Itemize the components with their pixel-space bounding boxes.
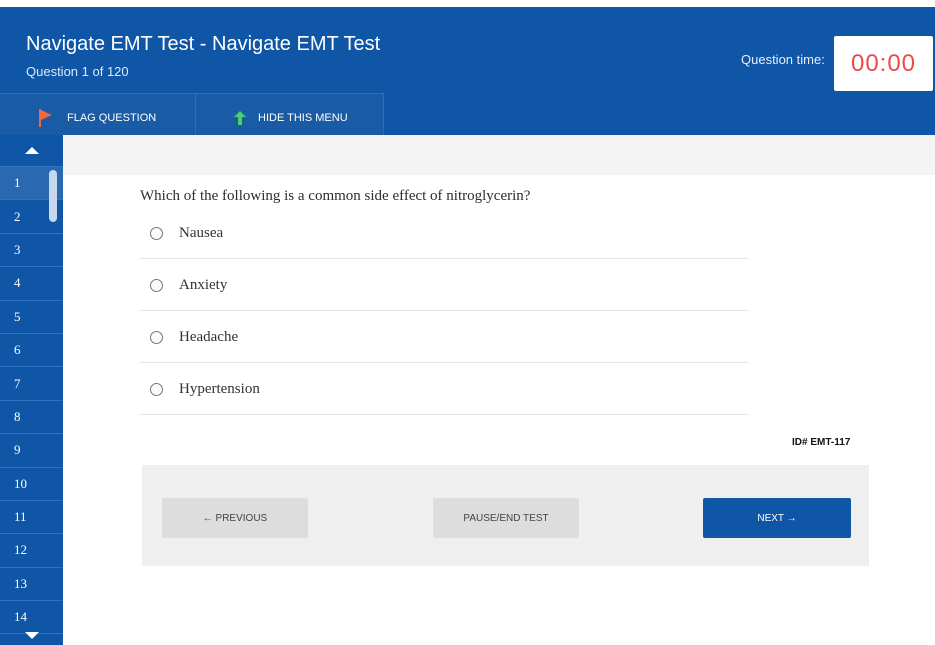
sidebar-question-4[interactable]: 4 xyxy=(0,267,63,301)
sidebar-question-12[interactable]: 12 xyxy=(0,534,63,568)
radio-icon[interactable] xyxy=(150,227,163,240)
question-number-list: 1 2 3 4 5 6 7 8 9 10 11 12 13 14 xyxy=(0,167,63,635)
question-id: ID# EMT-117 xyxy=(792,437,851,448)
radio-icon[interactable] xyxy=(150,331,163,344)
sidebar-question-11[interactable]: 11 xyxy=(0,501,63,535)
sidebar-question-3[interactable]: 3 xyxy=(0,234,63,268)
answer-option-nausea[interactable]: Nausea xyxy=(139,207,749,259)
top-white-strip xyxy=(0,0,935,7)
question-text: Which of the following is a common side … xyxy=(140,188,531,204)
sidebar-question-number: 13 xyxy=(14,575,27,591)
sidebar-scroll-down-button[interactable] xyxy=(0,626,63,645)
sidebar-scrollbar[interactable] xyxy=(49,170,57,222)
sidebar-question-number: 14 xyxy=(14,609,27,625)
sidebar-question-10[interactable]: 10 xyxy=(0,468,63,501)
question-timer: 00:00 xyxy=(834,36,933,91)
test-header: Navigate EMT Test - Navigate EMT Test Qu… xyxy=(0,7,935,142)
next-button[interactable]: NEXT → xyxy=(703,498,851,538)
sidebar-question-number: 6 xyxy=(14,342,21,358)
pause-end-test-button[interactable]: PAUSE/END TEST xyxy=(433,498,579,538)
answer-option-hypertension[interactable]: Hypertension xyxy=(139,363,749,415)
question-timer-value: 00:00 xyxy=(850,50,917,77)
sidebar-question-number: 9 xyxy=(14,442,21,458)
question-sidebar: 1 2 3 4 5 6 7 8 9 10 11 12 13 14 xyxy=(0,135,63,645)
sidebar-question-7[interactable]: 7 xyxy=(0,367,63,401)
sidebar-question-6[interactable]: 6 xyxy=(0,334,63,368)
hide-menu-label: HIDE THIS MENU xyxy=(258,112,348,124)
exam-app: Navigate EMT Test - Navigate EMT Test Qu… xyxy=(0,0,935,645)
flag-question-label: FLAG QUESTION xyxy=(67,112,157,124)
previous-button[interactable]: ← PREVIOUS xyxy=(162,498,308,538)
sidebar-question-number: 8 xyxy=(14,408,21,424)
answer-option-label: Headache xyxy=(179,329,239,345)
radio-icon[interactable] xyxy=(150,383,163,396)
sidebar-question-number: 10 xyxy=(14,475,27,491)
sidebar-question-number: 1 xyxy=(14,175,21,191)
scroll-up-icon xyxy=(24,147,39,154)
answer-options: Nausea Anxiety Headache Hypertension xyxy=(139,207,749,415)
sidebar-question-number: 4 xyxy=(14,275,21,291)
question-counter: Question 1 of 120 xyxy=(26,64,129,79)
content-top-band xyxy=(63,135,935,175)
up-arrow-icon xyxy=(234,111,246,125)
sidebar-question-number: 7 xyxy=(14,375,21,391)
answer-option-label: Nausea xyxy=(179,225,224,241)
radio-icon[interactable] xyxy=(150,279,163,292)
sidebar-question-13[interactable]: 13 xyxy=(0,568,63,602)
sidebar-question-number: 3 xyxy=(14,241,21,257)
navigation-panel: ← PREVIOUS PAUSE/END TEST NEXT → xyxy=(142,465,869,566)
answer-option-anxiety[interactable]: Anxiety xyxy=(139,259,749,311)
sidebar-question-8[interactable]: 8 xyxy=(0,401,63,435)
sidebar-question-5[interactable]: 5 xyxy=(0,301,63,334)
question-time-label: Question time: xyxy=(741,52,825,67)
scroll-down-icon xyxy=(24,632,39,639)
flag-icon xyxy=(39,109,53,127)
sidebar-question-9[interactable]: 9 xyxy=(0,434,63,468)
sidebar-question-number: 2 xyxy=(14,208,21,224)
sidebar-scroll-up-button[interactable] xyxy=(0,135,63,167)
sidebar-question-number: 12 xyxy=(14,542,27,558)
answer-option-label: Anxiety xyxy=(179,277,228,293)
test-title: Navigate EMT Test - Navigate EMT Test xyxy=(26,33,381,55)
answer-option-label: Hypertension xyxy=(179,381,260,397)
sidebar-question-number: 11 xyxy=(14,509,27,525)
sidebar-question-number: 5 xyxy=(14,308,21,324)
answer-option-headache[interactable]: Headache xyxy=(139,311,749,363)
